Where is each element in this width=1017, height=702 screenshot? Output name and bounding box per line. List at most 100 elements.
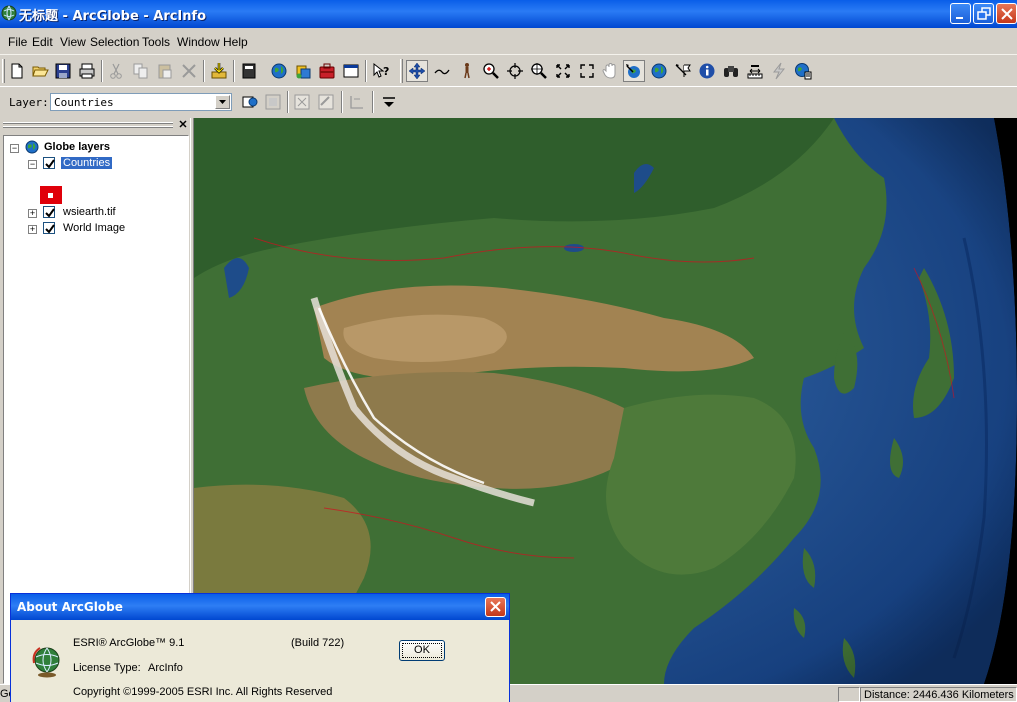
globe-icon[interactable]	[270, 62, 288, 80]
menu-view[interactable]: View	[60, 35, 86, 49]
menu-selection[interactable]: Selection	[90, 35, 139, 49]
menu-bar: File Edit View Selection Tools Window He…	[0, 28, 1017, 55]
menu-edit[interactable]: Edit	[32, 35, 53, 49]
layer-properties-icon[interactable]	[241, 93, 259, 111]
layer-visibility-checkbox[interactable]	[43, 222, 55, 234]
open-icon[interactable]	[31, 62, 49, 80]
copy-icon[interactable]	[132, 62, 150, 80]
collapse-icon[interactable]: −	[28, 160, 37, 169]
measure-icon[interactable]	[746, 62, 764, 80]
tree-root-globe-layers[interactable]: − Globe layers	[4, 140, 188, 156]
layer-extent-icon[interactable]	[293, 93, 311, 111]
pan-icon[interactable]	[601, 62, 619, 80]
globe-settings-icon[interactable]	[794, 62, 812, 80]
dialog-body: ESRI® ArcGlobe™ 9.1 (Build 722) License …	[14, 620, 507, 702]
ok-button-label: OK	[402, 643, 442, 658]
add-data-icon[interactable]	[210, 62, 228, 80]
toolbar-separator	[372, 91, 374, 113]
delete-icon[interactable]	[180, 62, 198, 80]
new-icon[interactable]	[8, 62, 26, 80]
checkmark-icon	[45, 208, 55, 218]
calculator-icon[interactable]	[240, 62, 258, 80]
print-icon[interactable]	[78, 62, 96, 80]
checkmark-icon	[45, 224, 55, 234]
layer-name[interactable]: wsiearth.tif	[63, 206, 116, 218]
save-icon[interactable]	[54, 62, 72, 80]
menu-window[interactable]: Window	[177, 35, 220, 49]
tree-layer-wsiearth[interactable]: + wsiearth.tif	[4, 205, 188, 221]
expand-icon[interactable]: +	[28, 225, 37, 234]
distance-readout: Distance: 2446.436 Kilometers	[864, 689, 1014, 701]
panel-grip[interactable]	[3, 126, 173, 128]
standard-toolbar: ?	[0, 56, 1017, 86]
dialog-title: About ArcGlobe	[17, 600, 123, 614]
title-bar[interactable]: 无标题 - ArcGlobe - ArcInfo	[0, 0, 1017, 28]
flag-icon[interactable]	[674, 62, 692, 80]
minimize-button[interactable]	[950, 3, 971, 24]
identify-icon[interactable]	[698, 62, 716, 80]
layer-tool-icon[interactable]	[264, 93, 282, 111]
layers-icon[interactable]	[294, 62, 312, 80]
tree-layer-world-image[interactable]: + World Image	[4, 221, 188, 237]
toolbar-separator	[101, 60, 103, 82]
dialog-title-bar[interactable]: About ArcGlobe	[11, 594, 509, 620]
menu-help[interactable]: Help	[223, 35, 248, 49]
target-icon[interactable]	[506, 62, 524, 80]
toolbar-separator	[365, 60, 367, 82]
expand-icon[interactable]: +	[28, 209, 37, 218]
menu-file[interactable]: File	[8, 35, 27, 49]
whats-this-icon[interactable]: ?	[372, 62, 390, 80]
flash-icon[interactable]	[770, 62, 788, 80]
zoom-to-icon[interactable]	[530, 62, 548, 80]
ok-button[interactable]: OK	[399, 640, 445, 661]
dialog-close-button[interactable]	[485, 597, 506, 617]
walk-icon[interactable]	[458, 62, 476, 80]
arcglobe-window: 无标题 - ArcGlobe - ArcInfo File Edit View …	[0, 0, 1017, 702]
toolbox-icon[interactable]	[318, 62, 336, 80]
toolbar-options-icon[interactable]	[380, 93, 398, 111]
window-icon[interactable]	[342, 62, 360, 80]
spin-tool-button[interactable]	[623, 60, 645, 82]
globe-layers-icon	[25, 140, 39, 154]
globe-view-icon[interactable]	[650, 62, 668, 80]
spin-icon	[626, 64, 640, 78]
checkmark-icon	[45, 159, 55, 169]
cut-icon[interactable]	[107, 62, 125, 80]
close-icon	[1001, 8, 1013, 20]
layer-zoom-icon[interactable]	[317, 93, 335, 111]
toolbar-separator	[233, 60, 235, 82]
fixed-zoom-icon[interactable]	[578, 62, 596, 80]
layer-visibility-checkbox[interactable]	[43, 206, 55, 218]
find-icon[interactable]	[722, 62, 740, 80]
full-extent-icon[interactable]	[554, 62, 572, 80]
toolbar-separator	[203, 60, 205, 82]
dropdown-arrow-button[interactable]	[215, 95, 230, 109]
zoom-in-out-icon[interactable]	[482, 62, 500, 80]
toc-close-icon[interactable]: ✕	[177, 120, 189, 132]
minimize-icon	[956, 17, 963, 19]
panel-grip[interactable]	[3, 122, 173, 124]
restore-button[interactable]	[973, 3, 994, 24]
layer-name[interactable]: World Image	[63, 222, 125, 234]
paste-icon[interactable]	[156, 62, 174, 80]
layer-dropdown[interactable]: Countries	[50, 93, 232, 111]
toolbar-grip[interactable]	[400, 59, 403, 83]
window-title: 无标题 - ArcGlobe - ArcInfo	[19, 9, 207, 24]
tree-layer-countries[interactable]: − Countries	[4, 156, 188, 172]
countries-symbol-swatch[interactable]	[40, 186, 62, 204]
toc-header[interactable]: ✕	[0, 118, 192, 134]
menu-tools[interactable]: Tools	[142, 35, 170, 49]
arcglobe-app-icon[interactable]	[1, 5, 17, 21]
close-button[interactable]	[996, 3, 1017, 24]
layer-visibility-checkbox[interactable]	[43, 157, 55, 169]
toolbar-grip[interactable]	[2, 59, 5, 83]
about-dialog: About ArcGlobe ESRI® ArcGlobe™ 9.1 (Buil…	[10, 593, 510, 702]
svg-text:?: ?	[383, 65, 389, 78]
layer-scale-icon[interactable]	[348, 93, 366, 111]
fly-icon[interactable]	[433, 62, 451, 80]
layer-name[interactable]: Countries	[61, 157, 113, 169]
navigate-tool-button[interactable]	[406, 60, 428, 82]
build-number: (Build 722)	[291, 637, 345, 649]
layer-label: Layer:	[9, 96, 49, 109]
collapse-icon[interactable]: −	[10, 144, 19, 153]
